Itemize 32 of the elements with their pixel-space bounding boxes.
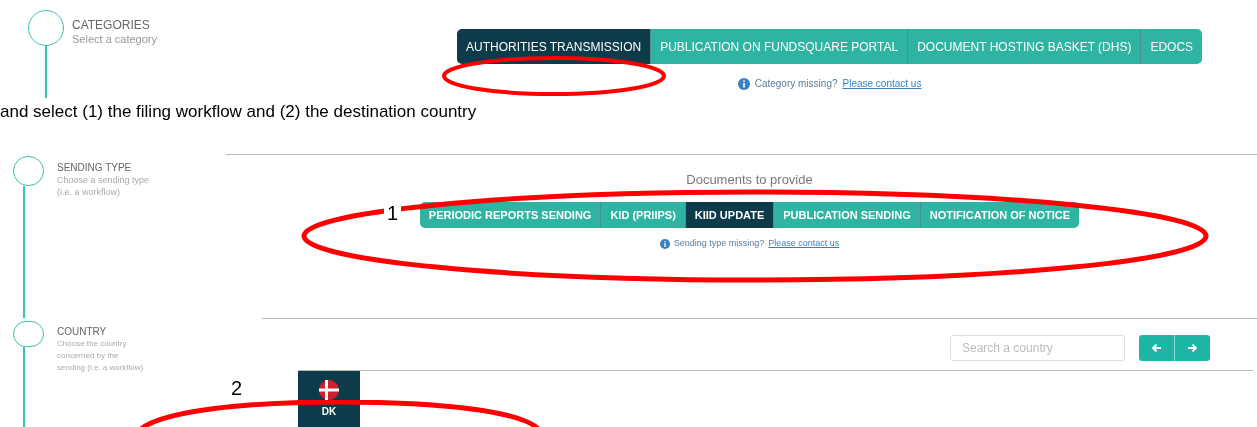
step-title: CATEGORIES <box>72 18 151 32</box>
info-icon <box>659 238 670 249</box>
flag-icon <box>319 379 339 400</box>
previous-button[interactable] <box>1139 335 1175 361</box>
section-heading: Documents to provide <box>686 172 813 188</box>
search-field[interactable]: Search a country <box>950 335 1125 361</box>
category-tab[interactable]: PUBLICATION ON FUNDSQUARE PORTAL <box>650 29 908 64</box>
country-tile[interactable]: DK <box>298 371 360 427</box>
info-text: Sending type missing? <box>673 237 765 250</box>
contact-link[interactable]: Please contact us <box>768 237 840 251</box>
caption-text: and select (1) the filing workflow and (2) the destination country <box>0 101 478 123</box>
category-tab[interactable]: KID (PRIIPS) <box>600 202 685 228</box>
category-tab[interactable]: NOTIFICATION OF NOTICE <box>919 202 1080 228</box>
step-subtitle: Select a category <box>72 32 158 46</box>
left-arrow-icon <box>1151 343 1162 353</box>
category-tab[interactable]: DOCUMENT HOSTING BASKET (DHS) <box>907 29 1141 64</box>
step-subtitle: Choose a sending type (i.e. a workflow) <box>57 174 151 198</box>
info-icon <box>737 77 750 90</box>
step-line <box>45 46 47 98</box>
annotation-number: 2 <box>231 376 243 400</box>
category-tab[interactable]: KIID UPDATE <box>684 202 774 228</box>
next-button[interactable] <box>1175 335 1210 361</box>
right-arrow-icon <box>1187 343 1198 353</box>
step-subtitle: Choose the country concerned by the sending (i.e. a workflow) <box>57 338 145 374</box>
category-tab[interactable]: PUBLICATION SENDING <box>773 202 920 228</box>
step-title: SENDING TYPE <box>57 162 133 174</box>
category-tab[interactable]: PERIODIC REPORTS SENDING <box>419 202 601 228</box>
category-tab[interactable]: EDOCS <box>1140 29 1203 64</box>
category-tab[interactable]: AUTHORITIES TRANSMISSION <box>457 29 651 64</box>
step-title: COUNTRY <box>57 326 108 338</box>
info-text: Category missing? <box>754 77 838 91</box>
contact-link[interactable]: Please contact us <box>842 76 922 91</box>
